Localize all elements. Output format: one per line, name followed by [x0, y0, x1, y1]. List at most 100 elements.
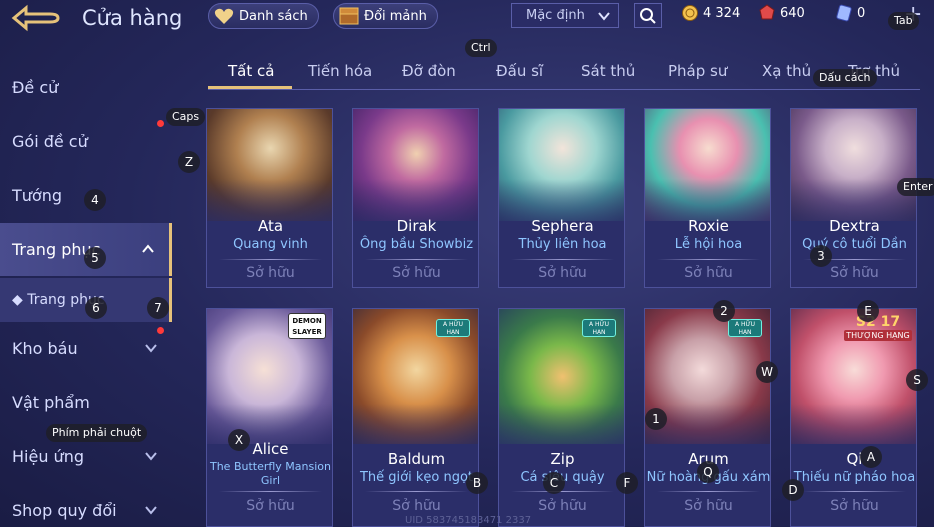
sidebar-item-exchange-shop[interactable]: Shop quy đổi: [0, 484, 172, 527]
sidebar-item-label: Vật phẩm: [12, 393, 90, 412]
owned-status: Sở hữu: [392, 498, 441, 514]
divider: [803, 491, 906, 492]
skin-name: The Butterfly Mansion Girl: [209, 460, 332, 487]
key-hint-enter: Enter: [897, 178, 934, 196]
skin-card-dirak[interactable]: Dirak Ông bầu Showbiz Sở hữu: [352, 108, 479, 288]
skin-card-zip[interactable]: A HỮU HẠN Zip Cá siêu quậy Sở hữu: [498, 308, 625, 527]
hero-name: Roxie: [688, 217, 729, 235]
sidebar-item-items[interactable]: Vật phẩm: [0, 376, 172, 429]
tab-assassin[interactable]: Sát thủ: [581, 62, 635, 80]
ruby-currency: 640: [758, 4, 805, 22]
key-hint-6: 6: [85, 297, 107, 319]
divider: [511, 259, 614, 260]
limited-badge: A HỮU HẠN: [582, 319, 616, 337]
owned-status: Sở hữu: [246, 498, 295, 514]
divider: [657, 491, 760, 492]
search-button[interactable]: [634, 3, 662, 28]
hero-name: Qi: [846, 450, 863, 468]
season-label: S2 17: [855, 314, 901, 330]
skin-card-baldum[interactable]: A HỮU HẠN Baldum Thế giới kẹo ngọt Sở hữ…: [352, 308, 479, 527]
divider: [657, 259, 760, 260]
owned-status: Sở hữu: [684, 498, 733, 514]
hero-name: Baldum: [387, 450, 446, 468]
sidebar-item-label: Tướng: [12, 186, 62, 205]
sort-dropdown[interactable]: Mặc định: [511, 3, 619, 28]
tab-tank[interactable]: Đỡ đòn: [402, 62, 456, 80]
skin-card-dextra[interactable]: Dextra Quý cô tuổi Dần Sở hữu: [790, 108, 917, 288]
sidebar-item-treasure[interactable]: Kho báu: [0, 322, 172, 375]
sidebar-item-recommended-packs[interactable]: Gói đề cử: [0, 115, 172, 168]
gold-value: 4 324: [703, 5, 741, 21]
tab-mage[interactable]: Pháp sư: [668, 62, 727, 80]
owned-status: Sở hữu: [830, 265, 879, 281]
skin-card-qi[interactable]: S2 17 THƯỢNG HẠNG Qi Thiếu nữ pháo hoa S…: [790, 308, 917, 527]
limited-badge: A HỮU HẠN: [728, 319, 762, 337]
heart-icon: [213, 6, 235, 26]
key-hint-a: A: [860, 446, 882, 468]
divider: [365, 491, 468, 492]
key-hint-caps: Caps: [166, 108, 206, 126]
exchange-button[interactable]: Đổi mảnh: [333, 3, 438, 29]
hero-name: Alice: [252, 440, 289, 458]
key-hint-right-mouse: Phím phải chuột: [46, 424, 148, 442]
top-bar: Cửa hàng Danh sách Đổi mảnh Mặc định 4 3…: [0, 0, 934, 40]
tab-warrior[interactable]: Đấu sĩ: [496, 62, 543, 80]
skin-name: Lễ hội hoa: [674, 237, 743, 252]
hero-name: Zip: [550, 450, 575, 468]
sidebar-item-label: Hiệu ứng: [12, 447, 84, 466]
owned-status: Sở hữu: [830, 498, 879, 514]
skin-card-roxie[interactable]: Roxie Lễ hội hoa Sở hữu: [644, 108, 771, 288]
owned-status: Sở hữu: [246, 265, 295, 281]
sidebar-item-label: Gói đề cử: [12, 132, 88, 151]
sidebar-subitem-skins[interactable]: ◆ Trang phục: [0, 278, 172, 322]
search-icon: [640, 7, 656, 24]
divider: [511, 491, 614, 492]
key-hint-e: E: [857, 300, 879, 322]
tab-marksman[interactable]: Xạ thủ: [762, 62, 811, 80]
owned-status: Sở hữu: [392, 265, 441, 281]
key-hint-ctrl: Ctrl: [465, 39, 497, 57]
key-hint-2: 2: [713, 300, 735, 322]
key-hint-f: F: [616, 472, 638, 494]
key-hint-3: 3: [810, 245, 832, 267]
sidebar-item-recommended[interactable]: Đề cử: [0, 61, 172, 114]
sidebar-item-label: Đề cử: [12, 78, 59, 97]
chevron-down-icon: [144, 448, 158, 467]
key-hint-q: Q: [697, 461, 719, 483]
skin-name: Thủy liên hoa: [518, 237, 607, 252]
collection-button[interactable]: Danh sách: [208, 3, 319, 29]
ruby-icon: [759, 4, 775, 20]
key-hint-w: W: [756, 361, 778, 383]
key-hint-x: X: [228, 429, 250, 451]
player-uid: UID 583745183471 2337: [405, 515, 532, 526]
collection-label: Danh sách: [239, 8, 308, 24]
page-title: Cửa hàng: [82, 6, 183, 30]
chevron-down-icon: [596, 8, 612, 28]
key-hint-5: 5: [84, 247, 106, 269]
skin-name: Thế giới kẹo ngọt: [359, 470, 474, 485]
ruby-value: 640: [780, 5, 805, 21]
key-hint-s: S: [906, 369, 928, 391]
limited-badge: A HỮU HẠN: [436, 319, 470, 337]
divider: [219, 491, 322, 492]
hero-name: Dirak: [396, 217, 437, 235]
key-hint-space: Dấu cách: [813, 69, 877, 87]
tab-all[interactable]: Tất cả: [228, 62, 274, 80]
key-hint-z: Z: [178, 151, 200, 173]
tab-evolution[interactable]: Tiến hóa: [308, 62, 372, 80]
chevron-down-icon: [144, 502, 158, 521]
owned-status: Sở hữu: [684, 265, 733, 281]
back-arrow-icon[interactable]: [10, 4, 62, 32]
key-hint-4: 4: [84, 189, 106, 211]
hero-name: Sephera: [531, 217, 594, 235]
key-hint-d: D: [782, 479, 804, 501]
hero-name: Dextra: [829, 217, 880, 235]
skin-card-alice[interactable]: DEMON SLAYER Alice The Butterfly Mansion …: [206, 308, 333, 527]
skin-card-ata[interactable]: Ata Quang vinh Sở hữu: [206, 108, 333, 288]
owned-status: Sở hữu: [538, 265, 587, 281]
key-hint-7: 7: [147, 297, 169, 319]
skin-card-sephera[interactable]: Sephera Thủy liên hoa Sở hữu: [498, 108, 625, 288]
chevron-up-icon: [141, 241, 155, 260]
skin-name: Ông bầu Showbiz: [359, 237, 474, 252]
gold-currency: 4 324: [681, 4, 740, 22]
